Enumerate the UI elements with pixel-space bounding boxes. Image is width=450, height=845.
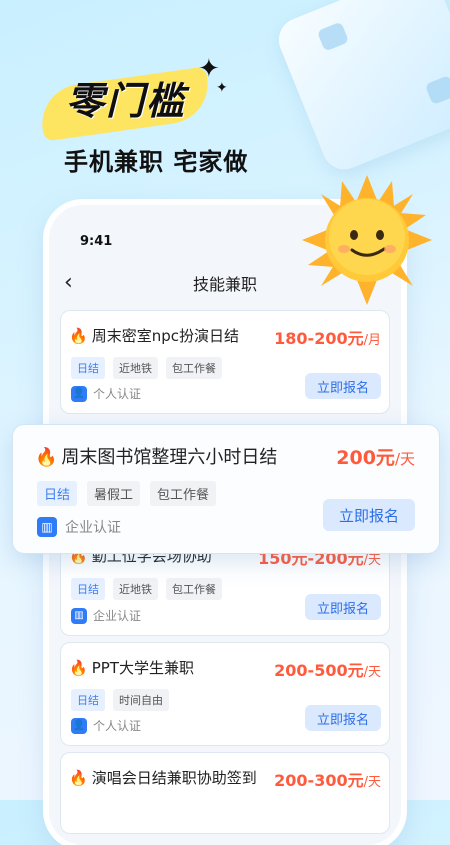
decorative-slot: [316, 21, 350, 52]
job-tag: 日结: [37, 481, 78, 506]
job-card[interactable]: 🔥 PPT大学生兼职 200-500元/天 日结 时间自由 👤 个人认证 立即报名: [60, 642, 390, 746]
job-title-row: 🔥 PPT大学生兼职: [69, 657, 194, 678]
job-tag: 日结: [71, 578, 105, 600]
building-icon: ▥: [37, 517, 57, 537]
fire-icon: 🔥: [69, 327, 88, 345]
job-tag: 近地铁: [113, 357, 158, 379]
job-tags: 日结 近地铁 包工作餐: [71, 357, 222, 379]
building-icon: ▥: [71, 607, 87, 624]
job-tag: 近地铁: [113, 578, 158, 600]
job-tag: 日结: [71, 357, 105, 379]
featured-job-card[interactable]: 🔥 周末图书馆整理六小时日结 200元/天 日结 暑假工 包工作餐 ▥ 企业认证 …: [12, 424, 440, 554]
job-salary: 200-500元: [274, 661, 364, 680]
job-tag: 包工作餐: [150, 481, 217, 506]
job-tags: 日结 时间自由: [71, 689, 169, 711]
apply-button[interactable]: 立即报名: [305, 705, 381, 731]
certification: 👤 个人认证: [71, 385, 141, 402]
certification-label: 个人认证: [93, 719, 142, 733]
fire-icon: 🔥: [35, 447, 58, 468]
job-tag: 包工作餐: [166, 578, 222, 600]
promo-headline: 零门槛: [66, 79, 187, 123]
job-title: 演唱会日结兼职协助签到: [91, 769, 257, 787]
featured-salary-unit: /天: [394, 450, 415, 468]
certification: 👤 个人认证: [71, 717, 141, 734]
job-card[interactable]: 🔥 周末密室npc扮演日结 180-200元/月 日结 近地铁 包工作餐 👤 个人…: [60, 310, 390, 414]
featured-title: 周末图书馆整理六小时日结: [61, 447, 278, 468]
fire-icon: 🔥: [69, 659, 88, 677]
job-salary-row: 200-500元/天: [274, 657, 381, 681]
job-title-row: 🔥 周末密室npc扮演日结: [69, 325, 239, 346]
featured-tags: 日结 暑假工 包工作餐: [37, 481, 217, 506]
job-salary-row: 180-200元/月: [274, 325, 381, 349]
featured-apply-button[interactable]: 立即报名: [323, 499, 415, 531]
sparkle-small-icon: ✦: [216, 80, 228, 96]
decorative-slot: [424, 74, 450, 106]
featured-title-row: 🔥 周末图书馆整理六小时日结: [35, 443, 277, 469]
promo-subhead: 手机兼职 宅家做: [64, 148, 249, 176]
job-salary-unit: /天: [363, 775, 381, 790]
apply-button[interactable]: 立即报名: [305, 373, 381, 399]
certification-label: 企业认证: [65, 520, 121, 536]
job-title: 周末密室npc扮演日结: [91, 327, 239, 345]
featured-salary: 200元: [336, 447, 395, 469]
job-salary-unit: /月: [363, 333, 381, 348]
job-tag: 时间自由: [113, 689, 169, 711]
certification: ▥ 企业认证: [71, 607, 141, 624]
job-card[interactable]: 🔥 演唱会日结兼职协助签到 200-300元/天: [60, 752, 390, 834]
job-salary: 180-200元: [274, 329, 364, 348]
status-time: 9:41: [80, 234, 113, 249]
job-title-row: 🔥 演唱会日结兼职协助签到: [69, 767, 257, 788]
person-icon: 👤: [71, 385, 87, 402]
job-tags: 日结 近地铁 包工作餐: [71, 578, 222, 600]
featured-certification: ▥ 企业认证: [37, 517, 121, 537]
apply-button[interactable]: 立即报名: [305, 594, 381, 620]
job-salary-row: 200-300元/天: [274, 767, 381, 791]
fire-icon: 🔥: [69, 769, 88, 787]
job-salary-unit: /天: [363, 665, 381, 680]
job-salary: 200-300元: [274, 771, 364, 790]
job-title: PPT大学生兼职: [91, 659, 194, 677]
sun-mascot-icon: [302, 175, 432, 305]
job-tag: 日结: [71, 689, 105, 711]
person-icon: 👤: [71, 717, 87, 734]
featured-salary-row: 200元/天: [336, 443, 415, 470]
decorative-phone-graphic: [272, 0, 450, 177]
job-tag: 暑假工: [87, 481, 141, 506]
certification-label: 个人认证: [93, 387, 142, 401]
job-salary-unit: /天: [363, 553, 381, 568]
job-tag: 包工作餐: [166, 357, 222, 379]
certification-label: 企业认证: [93, 609, 142, 623]
